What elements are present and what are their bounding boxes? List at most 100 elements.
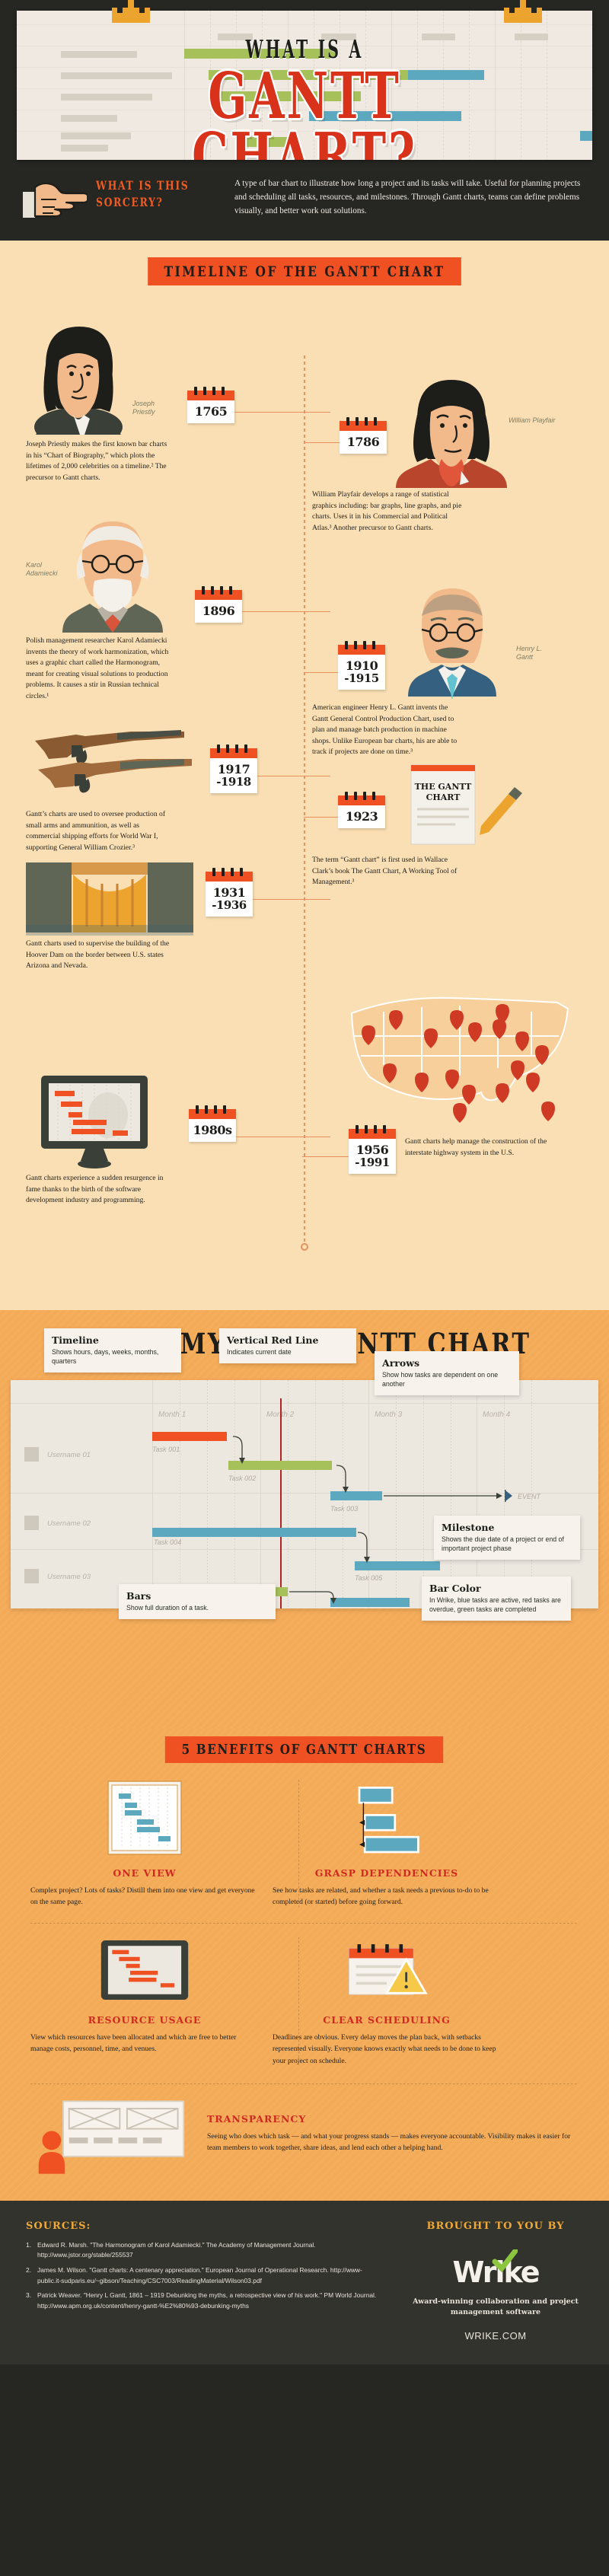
- calendar-year: 1956 -1991: [349, 1139, 396, 1174]
- brought-to-you-by-label: BROUGHT TO YOU BY: [426, 2220, 565, 2232]
- hero-line-2: GANTT CHART?: [192, 59, 417, 160]
- username-label: Username 01: [47, 1451, 91, 1459]
- gantt-thumbnail-icon: [107, 1781, 182, 1855]
- benefit-body: See how tasks are related, and whether a…: [273, 1886, 489, 1907]
- callout-title: Arrows: [382, 1357, 420, 1369]
- footer-section: SOURCES: 1. Edward R. Marsh. "The Harmon…: [0, 2200, 609, 2365]
- benefits-row-1: ONE VIEW Complex project? Lots of tasks?…: [30, 1780, 579, 1908]
- timeline-desc-1917: Gantt’s charts are used to oversee produ…: [26, 810, 166, 852]
- calendar-year-end: -1936: [212, 897, 247, 912]
- benefit-grasp-dependencies: GRASP DEPENDENCIES See how tasks are rel…: [273, 1780, 501, 1908]
- rifles-illustration: [35, 730, 192, 793]
- callout-body: Shows the due date of a project or end o…: [442, 1535, 564, 1553]
- portrait-priestly: [34, 327, 123, 435]
- calendar-year: 1896: [202, 604, 235, 618]
- callout-bar-color: Bar Color In Wrike, blue tasks are activ…: [422, 1577, 571, 1621]
- hero-title-block: WHAT IS A GANTT CHART?: [17, 37, 592, 160]
- source-text: James M. Wilson. "Gantt charts: A centen…: [37, 2266, 362, 2284]
- task-label-005: Task 005: [355, 1574, 383, 1582]
- benefit-resource-usage: RESOURCE USAGE View which resources have…: [30, 1937, 259, 2066]
- callout-vertical-red-line: Vertical Red Line Indicates current date: [219, 1328, 356, 1364]
- task-bar-004[interactable]: [152, 1528, 356, 1537]
- benefit-body: Complex project? Lots of tasks? Distill …: [30, 1886, 255, 1907]
- callout-body: Indicates current date: [227, 1348, 292, 1356]
- timeline-event-1786: William Playfair 1786 William Playfair d…: [304, 374, 594, 534]
- benefits-divider-2: [30, 2083, 579, 2084]
- username-label: Username 03: [47, 1573, 91, 1581]
- calendar-1786: 1786: [340, 417, 387, 454]
- source-number: 1.: [26, 2240, 31, 2249]
- timeline-person-name: Henry L. Gantt: [516, 645, 543, 662]
- intro-block: WHAT IS THIS SORCERY? A type of bar char…: [0, 160, 609, 241]
- brand-tagline: Award-winning collaboration and project …: [413, 2297, 579, 2317]
- intro-body: A type of bar chart to illustrate how lo…: [234, 179, 581, 216]
- task-bar-002[interactable]: [228, 1461, 332, 1470]
- brand-website[interactable]: WRIKE.COM: [408, 2330, 583, 2342]
- callout-body: In Wrike, blue tasks are active, red tas…: [429, 1596, 561, 1614]
- anatomy-section: ANATOMY OF A GANTT CHART Month 1 Month 2…: [0, 1310, 609, 1729]
- intro-heading: WHAT IS THIS SORCERY?: [96, 178, 190, 209]
- timeline-event-1896: Karol Adamiecki 1896 Polish management r…: [26, 514, 330, 702]
- usa-map-illustration: [350, 996, 569, 1123]
- username-label: Username 02: [47, 1519, 91, 1528]
- timeline-end-dot: [301, 1243, 308, 1251]
- sources-list: 1. Edward R. Marsh. "The Harmonogram of …: [26, 2240, 385, 2312]
- task-bar-001[interactable]: [152, 1432, 227, 1441]
- timeline-desc-1910: American engineer Henry L. Gantt invents…: [312, 703, 458, 757]
- portrait-playfair: [396, 380, 507, 488]
- callout-title: Timeline: [52, 1334, 99, 1346]
- timeline-section: TIMELINE OF THE GANTT CHART Joseph Pries…: [0, 241, 609, 1310]
- benefits-row-3: TRANSPARENCY Seeing who does which task …: [30, 2099, 579, 2179]
- calendar-1910: 1910 -1915: [338, 641, 385, 690]
- source-text: Edward R. Marsh. "The Harmonogram of Kar…: [37, 2240, 316, 2259]
- current-date-line: [280, 1398, 282, 1608]
- benefit-body: Deadlines are obvious. Every delay moves…: [273, 2033, 496, 2065]
- sources-heading: SOURCES:: [26, 2220, 91, 2232]
- timeline-event-1765: Joseph Priestly 1765 Joseph Priestly mak…: [26, 320, 330, 483]
- svg-text:CHART: CHART: [426, 792, 461, 802]
- benefit-clear-scheduling: CLEAR SCHEDULING Deadlines are obvious. …: [273, 1937, 501, 2066]
- task-bar-003[interactable]: [330, 1491, 382, 1500]
- avatar: [24, 1516, 39, 1530]
- timeline-banner-label: TIMELINE OF THE GANTT CHART: [148, 257, 461, 285]
- calendar-year: 1765: [194, 404, 228, 419]
- source-item: 2. James M. Wilson. "Gantt charts: A cen…: [26, 2265, 385, 2286]
- callout-milestone: Milestone Shows the due date of a projec…: [434, 1516, 580, 1561]
- source-text: Patrick Weaver. "Henry L Gantt, 1861 – 1…: [37, 2291, 377, 2310]
- hero-section: WHAT IS A GANTT CHART? WHAT IS THIS SORC…: [0, 0, 609, 241]
- calendar-1956: 1956 -1991: [349, 1125, 396, 1174]
- benefit-title: CLEAR SCHEDULING: [323, 2014, 451, 2026]
- calendar-year: 1910 -1915: [338, 655, 385, 690]
- tablet-gantt-icon: [100, 1940, 189, 2001]
- calendar-year: 1923: [345, 809, 378, 824]
- team-board-icon: [38, 2100, 185, 2174]
- callout-body: Show full duration of a task.: [126, 1604, 209, 1612]
- timeline-person-name: Joseph Priestly: [132, 400, 155, 416]
- callout-title: Milestone: [442, 1522, 495, 1533]
- book-illustration: THE GANTT CHART: [410, 764, 522, 845]
- timeline-event-1931: 1931 -1936 Gantt charts used to supervise…: [26, 849, 330, 972]
- benefit-title: GRASP DEPENDENCIES: [314, 1867, 459, 1879]
- benefit-title: ONE VIEW: [113, 1867, 177, 1879]
- task-bar-007[interactable]: [330, 1598, 410, 1607]
- benefits-section: 5 BENEFITS OF GANTT CHARTS ONE VIEW Comp…: [0, 1729, 609, 2201]
- avatar: [24, 1569, 39, 1583]
- callout-timeline: Timeline Shows hours, days, weeks, month…: [44, 1328, 181, 1373]
- callout-title: Vertical Red Line: [227, 1334, 319, 1346]
- calendar-1931: 1931 -1936: [206, 868, 253, 917]
- portrait-gantt: [408, 588, 496, 700]
- timeline-person-name: Karol Adamiecki: [26, 561, 58, 578]
- hoover-dam-illustration: [26, 862, 193, 936]
- alert-calendar-icon: [349, 1944, 428, 1995]
- task-label-001: Task 001: [152, 1446, 180, 1453]
- svg-text:THE GANTT: THE GANTT: [415, 782, 473, 792]
- check-icon: [492, 2249, 518, 2272]
- task-bar-005[interactable]: [355, 1561, 440, 1570]
- benefit-one-view: ONE VIEW Complex project? Lots of tasks?…: [30, 1780, 259, 1908]
- timeline-person-name: William Playfair: [509, 416, 556, 424]
- callout-title: Bar Color: [429, 1583, 481, 1594]
- hero-gantt-background: WHAT IS A GANTT CHART?: [17, 11, 592, 160]
- timeline-desc-1923: The term “Gantt chart” is first used in …: [312, 856, 458, 887]
- source-number: 3.: [26, 2291, 31, 2300]
- calendar-1980s: 1980s: [189, 1105, 236, 1142]
